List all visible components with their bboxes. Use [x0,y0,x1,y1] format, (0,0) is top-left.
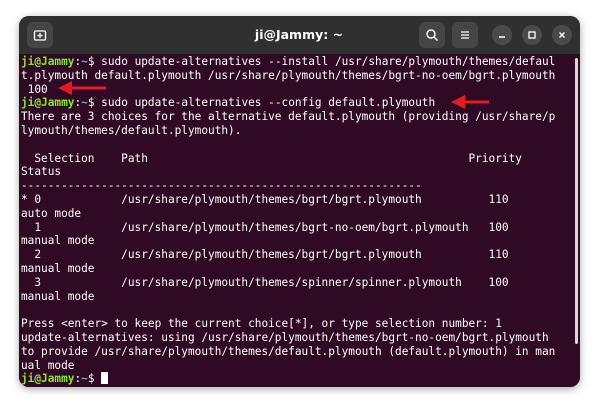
command-text [95,372,102,385]
output-text: to provide /usr/share/plymouth/themes/de… [21,344,556,358]
output-text: 1 /usr/share/plymouth/themes/bgrt-no-oem… [21,220,509,234]
output-text: 2 /usr/share/plymouth/themes/bgrt/bgrt.p… [21,248,509,262]
output-line: 3 /usr/share/plymouth/themes/spinner/spi… [21,275,509,290]
prompt-path: ~ [81,55,88,68]
output-line: lymouth/themes/default.plymouth). [21,124,241,138]
minimize-button[interactable] [492,25,512,45]
output-line: manual mode [21,290,94,304]
output-text: auto mode [21,206,82,220]
output-line: manual mode [21,234,94,248]
output-text: Status [21,165,62,179]
prompt-user: ji@Jammy [21,55,75,68]
output-line: to provide /usr/share/plymouth/themes/de… [21,345,555,359]
output-text: update-alternatives: using /usr/share/pl… [21,331,549,344]
new-tab-icon [33,30,47,41]
menu-button[interactable] [452,22,478,48]
output-text: manual mode [21,262,95,275]
command-line: ji@Jammy:~$ sudo update-alternatives --i… [21,55,555,69]
maximize-button[interactable] [522,25,542,45]
prompt-path: ~ [81,372,88,386]
output-text: t.plymouth default.plymouth /usr/share/p… [21,68,556,82]
output-line: ual mode [21,359,74,373]
output-line: * 0 /usr/share/plymouth/themes/bgrt/bgrt… [21,193,509,207]
output-line: Status [21,165,61,179]
output-text: 100 [21,82,48,96]
annotation-arrow-icon [58,81,106,95]
output-line: 2 /usr/share/plymouth/themes/bgrt/bgrt.p… [21,248,509,262]
scrollbar[interactable] [575,58,578,344]
prompt-user: ji@Jammy [21,96,75,110]
output-text: manual mode [21,234,95,248]
output-text: There are 3 choices for the alternative … [21,110,556,124]
annotation-arrow-icon [451,95,489,109]
output-line: auto mode [21,207,81,221]
command-line: ji@Jammy:~$ [21,372,109,386]
output-text: ual mode [21,358,75,372]
prompt-symbol: $ [87,96,95,110]
output-line: Selection Path Priority [21,152,522,166]
title-bar: ji@Jammy: ~ [19,16,580,54]
output-text: Press <enter> to keep the current choice… [21,317,502,331]
command-line: ji@Jammy:~$ sudo update-alternatives --c… [21,96,435,110]
minimize-icon [499,36,505,38]
hamburger-menu-icon [461,31,469,39]
output-line: 100 [21,83,48,97]
output-text: lymouth/themes/default.plymouth). [21,124,242,137]
output-line: manual mode [21,262,94,276]
text-cursor [101,372,109,385]
output-line: Press <enter> to keep the current choice… [21,317,502,331]
window-title: ji@Jammy: ~ [254,27,344,42]
close-button[interactable] [552,25,572,45]
search-icon [426,29,439,42]
output-text: Selection Path Priority [21,151,522,165]
new-tab-button[interactable] [27,22,53,48]
output-text: ----------------------------------------… [21,179,422,193]
prompt-path: ~ [81,96,88,110]
close-icon [559,32,565,38]
output-text: manual mode [21,289,95,303]
output-text: * 0 /usr/share/plymouth/themes/bgrt/bgrt… [21,193,509,206]
prompt-symbol: $ [87,55,95,68]
terminal-window: ji@Jammy: ~ ji@Jammy:~$ sudo update-alte… [19,16,580,387]
prompt-symbol: $ [87,372,95,386]
maximize-icon [528,31,536,39]
terminal-output[interactable]: ji@Jammy:~$ sudo update-alternatives --i… [19,54,580,387]
output-line: 1 /usr/share/plymouth/themes/bgrt-no-oem… [21,220,509,235]
command-text: sudo update-alternatives --install /usr/… [94,55,556,68]
output-line: update-alternatives: using /usr/share/pl… [21,331,549,345]
command-text: sudo update-alternatives --config defaul… [94,96,436,110]
prompt-user: ji@Jammy [21,372,75,386]
search-button[interactable] [419,22,445,48]
output-text: 3 /usr/share/plymouth/themes/spinner/spi… [21,275,509,289]
output-line: ----------------------------------------… [21,179,422,193]
output-line: There are 3 choices for the alternative … [21,110,555,124]
